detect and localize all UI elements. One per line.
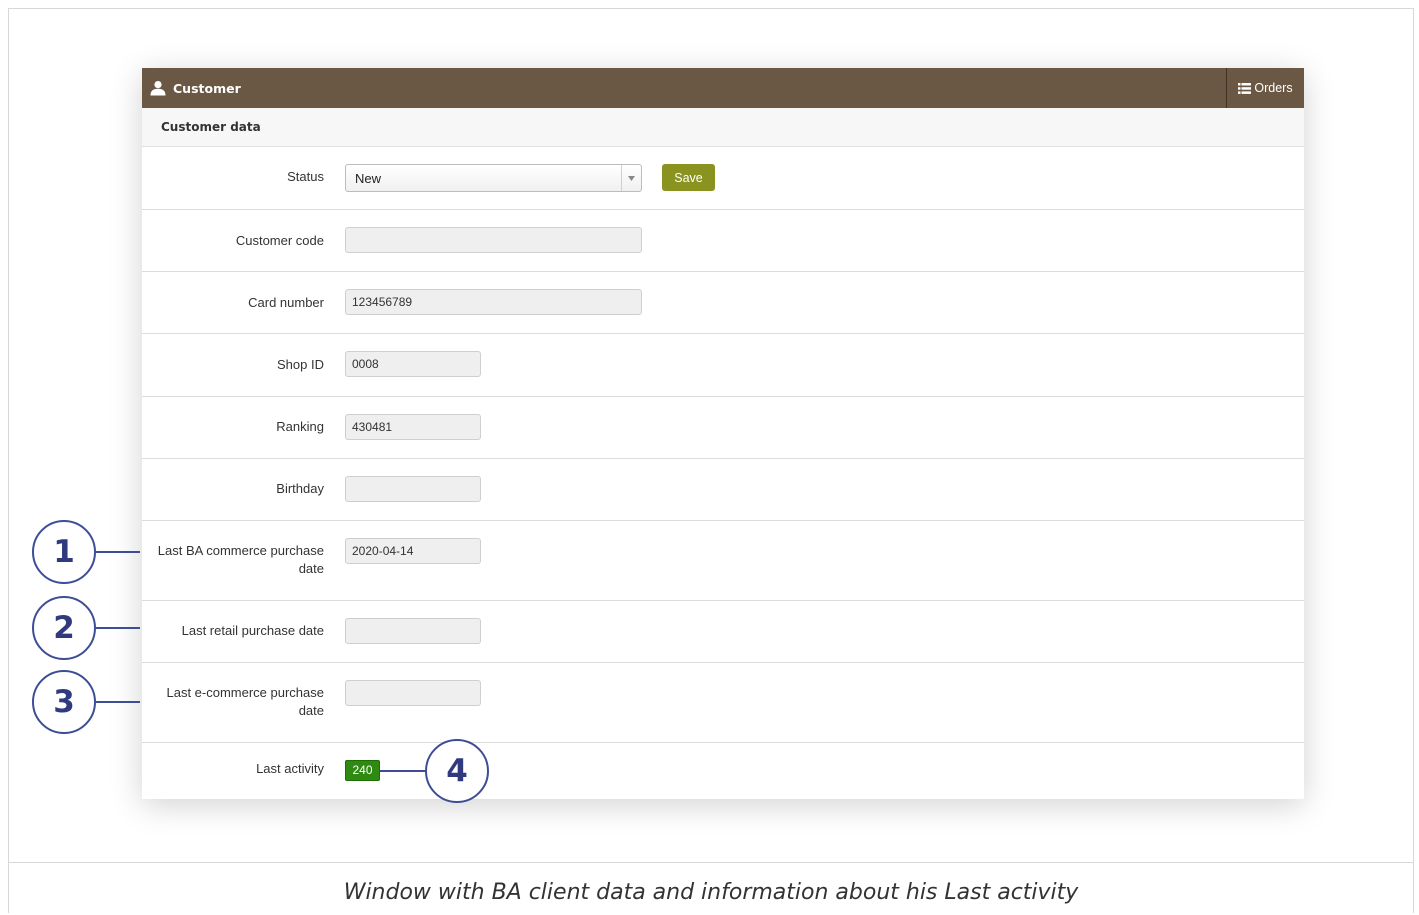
last-ba-purchase-row: Last BA commerce purchase date [142, 521, 1304, 601]
list-icon [1238, 82, 1252, 94]
customer-code-row: Customer code [142, 210, 1304, 272]
panel-title-text: Customer [173, 80, 241, 96]
section-header: Customer data [142, 108, 1304, 147]
customer-code-input[interactable] [345, 227, 642, 253]
last-ecommerce-purchase-label-line2: date [298, 703, 324, 718]
status-select-value: New [355, 171, 382, 186]
callout-3: 3 [32, 670, 96, 734]
callout-4: 4 [425, 739, 489, 803]
caption-divider [8, 862, 1414, 863]
callout-leader-1 [96, 551, 140, 553]
customer-panel: Customer Orders Customer data Status New… [142, 68, 1304, 799]
last-ecommerce-purchase-label-line1: Last e-commerce purchase [166, 685, 324, 700]
callout-1: 1 [32, 520, 96, 584]
user-icon [150, 81, 166, 96]
birthday-label: Birthday [276, 481, 324, 496]
panel-header: Customer Orders [142, 68, 1304, 108]
last-ba-purchase-input[interactable] [345, 538, 481, 564]
last-activity-row: Last activity 240 [142, 743, 1304, 799]
last-retail-purchase-input[interactable] [345, 618, 481, 644]
callout-leader-3 [96, 701, 140, 703]
section-title: Customer data [161, 120, 261, 134]
panel-title: Customer [150, 68, 241, 108]
callout-2: 2 [32, 596, 96, 660]
callout-leader-2 [96, 627, 140, 629]
card-number-label: Card number [248, 295, 324, 310]
birthday-row: Birthday [142, 459, 1304, 521]
orders-label: Orders [1254, 81, 1293, 95]
ranking-row: Ranking [142, 397, 1304, 459]
last-retail-purchase-label: Last retail purchase date [181, 623, 324, 638]
last-ba-purchase-label-line2: date [298, 561, 324, 576]
last-ecommerce-purchase-label: Last e-commerce purchase date [144, 684, 324, 720]
last-activity-badge: 240 [345, 760, 380, 781]
status-row: Status New Save [142, 147, 1304, 210]
shop-id-input[interactable] [345, 351, 481, 377]
select-arrow[interactable] [621, 165, 641, 191]
shop-id-row: Shop ID [142, 334, 1304, 397]
save-button[interactable]: Save [662, 164, 715, 191]
status-label: Status [287, 169, 324, 184]
card-number-row: Card number [142, 272, 1304, 334]
last-retail-purchase-row: Last retail purchase date [142, 601, 1304, 663]
birthday-input[interactable] [345, 476, 481, 502]
last-ba-purchase-label-line1: Last BA commerce purchase [157, 543, 324, 558]
last-ecommerce-purchase-row: Last e-commerce purchase date [142, 663, 1304, 743]
ranking-input[interactable] [345, 414, 481, 440]
shop-id-label: Shop ID [277, 357, 324, 372]
caret-down-icon [628, 175, 635, 181]
orders-button[interactable]: Orders [1226, 68, 1304, 108]
last-ba-purchase-label: Last BA commerce purchase date [144, 542, 324, 578]
callout-leader-4 [379, 770, 427, 772]
last-activity-label: Last activity [256, 761, 324, 776]
figure-caption: Window with BA client data and informati… [343, 880, 1079, 905]
customer-code-label: Customer code [235, 233, 324, 248]
card-number-input[interactable] [345, 289, 642, 315]
status-select[interactable]: New [345, 164, 642, 192]
last-ecommerce-purchase-input[interactable] [345, 680, 481, 706]
ranking-label: Ranking [276, 419, 324, 434]
